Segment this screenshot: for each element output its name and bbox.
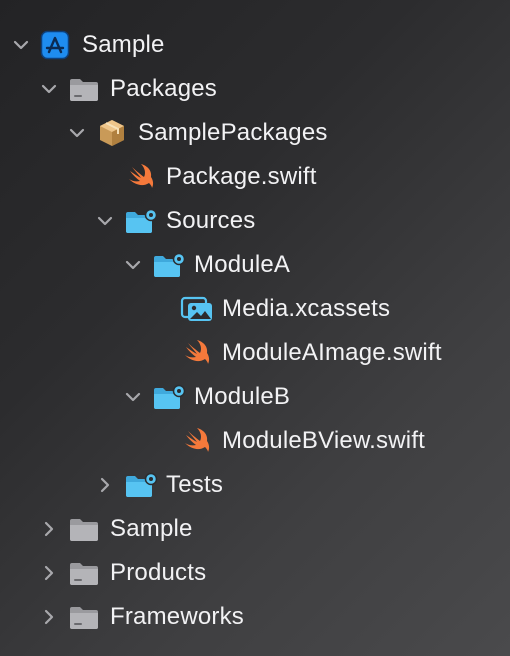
tree-row-sample-folder[interactable]: Sample: [0, 509, 510, 549]
tree-row-label: SamplePackages: [138, 119, 328, 146]
tree-row-samplepackages[interactable]: SamplePackages: [0, 113, 510, 153]
chevron-right-icon[interactable]: [40, 564, 58, 582]
tree-row-label: Products: [110, 559, 207, 586]
tree-row-label: Packages: [110, 75, 217, 102]
chevron-down-icon[interactable]: [96, 212, 114, 230]
chevron-down-icon[interactable]: [40, 80, 58, 98]
tree-row-label: Frameworks: [110, 603, 245, 630]
tree-row-package-swift[interactable]: Package.swift: [0, 157, 510, 197]
module-folder-icon: [152, 383, 186, 411]
package-box-icon: [97, 118, 129, 146]
folder-icon: [68, 559, 100, 587]
swift-icon: [181, 339, 213, 367]
chevron-down-icon[interactable]: [12, 36, 30, 54]
tree-row-label: Package.swift: [166, 163, 317, 190]
tree-row-label: ModuleAImage.swift: [222, 339, 442, 366]
asset-catalog-icon: [180, 295, 212, 323]
tree-row-modulea[interactable]: ModuleA: [0, 245, 510, 285]
folder-icon: [68, 75, 100, 103]
tree-row-frameworks[interactable]: Frameworks: [0, 597, 510, 637]
chevron-down-icon[interactable]: [124, 256, 142, 274]
app-project-icon: [40, 30, 72, 60]
tree-row-label: Sources: [166, 207, 256, 234]
tree-row-label: Media.xcassets: [222, 295, 391, 322]
module-folder-icon: [124, 471, 158, 499]
tree-row-products[interactable]: Products: [0, 553, 510, 593]
folder-icon: [68, 515, 100, 543]
tree-row-moduleb[interactable]: ModuleB: [0, 377, 510, 417]
tree-row-label: Sample: [110, 515, 193, 542]
tree-row-media-xcassets[interactable]: Media.xcassets: [0, 289, 510, 329]
module-folder-icon: [124, 207, 158, 235]
tree-row-tests[interactable]: Tests: [0, 465, 510, 505]
chevron-down-icon[interactable]: [68, 124, 86, 142]
tree-row-packages[interactable]: Packages: [0, 69, 510, 109]
chevron-right-icon[interactable]: [40, 520, 58, 538]
tree-row-label: Sample: [82, 31, 165, 58]
project-navigator: Sample Packages SamplePackages Package.s…: [0, 0, 510, 656]
tree-row-label: ModuleBView.swift: [222, 427, 426, 454]
module-folder-icon: [152, 251, 186, 279]
tree-row-label: Tests: [166, 471, 224, 498]
tree-row-moduleaimage-swift[interactable]: ModuleAImage.swift: [0, 333, 510, 373]
tree-row-label: ModuleB: [194, 383, 291, 410]
tree-row-sample-project[interactable]: Sample: [0, 25, 510, 65]
chevron-down-icon[interactable]: [124, 388, 142, 406]
tree-row-sources[interactable]: Sources: [0, 201, 510, 241]
chevron-right-icon[interactable]: [96, 476, 114, 494]
swift-icon: [181, 427, 213, 455]
swift-icon: [125, 163, 157, 191]
folder-icon: [68, 603, 100, 631]
tree-row-modulebview-swift[interactable]: ModuleBView.swift: [0, 421, 510, 461]
chevron-right-icon[interactable]: [40, 608, 58, 626]
tree-row-label: ModuleA: [194, 251, 291, 278]
